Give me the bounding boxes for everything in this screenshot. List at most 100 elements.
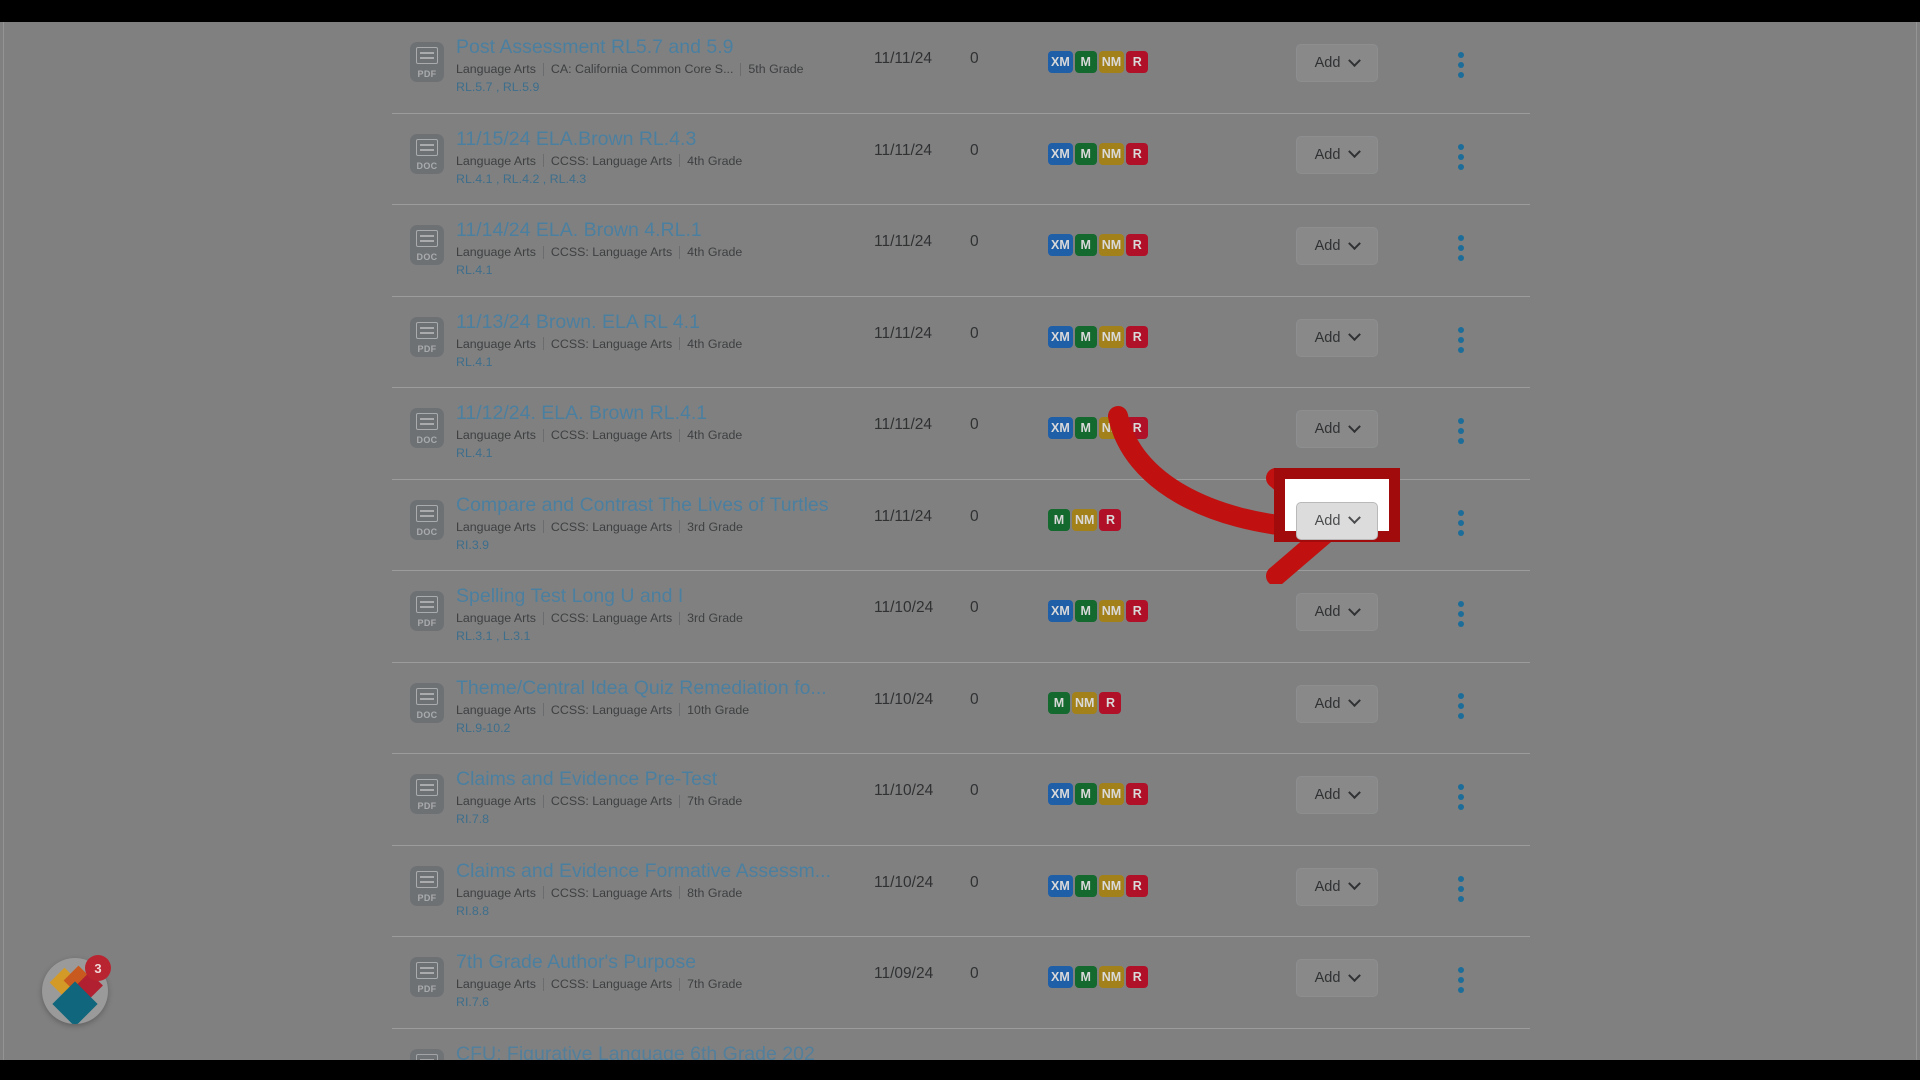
mastery-badge-xm[interactable]: XM xyxy=(1048,600,1073,622)
add-button[interactable]: Add xyxy=(1296,135,1378,174)
resource-row[interactable]: DOC Compare and Contrast The Lives of Tur… xyxy=(392,467,1530,571)
mastery-badge-r[interactable]: R xyxy=(1099,691,1122,714)
add-button[interactable]: Add xyxy=(1296,867,1378,906)
resource-row[interactable]: DOC 11/14/24 ELA. Brown 4.RL.1 Language Ar… xyxy=(392,205,1530,297)
resource-title-link[interactable]: Claims and Evidence Pre-Test xyxy=(456,768,874,791)
add-button[interactable]: Add xyxy=(1296,318,1378,357)
resource-title-link[interactable]: 11/15/24 ELA.Brown RL.4.3 xyxy=(456,128,874,151)
resource-row[interactable]: DOC 11/15/24 ELA.Brown RL.4.3 Language Art… xyxy=(392,114,1530,205)
mastery-badge-m[interactable]: M xyxy=(1074,966,1097,988)
mastery-badge-r[interactable]: R xyxy=(1126,417,1149,439)
mastery-badge-r[interactable]: R xyxy=(1126,783,1149,805)
standards-links[interactable]: RI.7.8 xyxy=(456,812,874,826)
mastery-badge-xm[interactable]: XM xyxy=(1048,783,1073,805)
add-button[interactable]: Add xyxy=(1296,227,1378,265)
mastery-badge-r[interactable]: R xyxy=(1126,51,1149,73)
mastery-badge-xm[interactable]: XM xyxy=(1048,234,1073,256)
mastery-badge-m[interactable]: M xyxy=(1074,51,1097,73)
resource-row[interactable]: PDF CFU: Figurative Language 6th Grade 20… xyxy=(392,1029,1530,1061)
resource-title-link[interactable]: 11/12/24. ELA. Brown RL.4.1 xyxy=(456,402,874,425)
mastery-badge-m[interactable]: M xyxy=(1048,508,1070,531)
resource-title-link[interactable]: 7th Grade Author's Purpose xyxy=(456,951,874,974)
mastery-badge-nm[interactable]: NM xyxy=(1098,783,1125,805)
resource-title-link[interactable]: Compare and Contrast The Lives of Turtle… xyxy=(456,494,874,517)
more-vertical-icon[interactable] xyxy=(1458,143,1464,174)
mastery-badge-nm[interactable]: NM xyxy=(1098,142,1125,165)
resource-row[interactable]: DOC Theme/Central Idea Quiz Remediation f… xyxy=(392,663,1530,754)
mastery-badge-m[interactable]: M xyxy=(1074,783,1097,805)
mastery-badge-r[interactable]: R xyxy=(1126,966,1149,988)
mastery-badge-r[interactable]: R xyxy=(1099,508,1122,531)
add-button[interactable]: Add xyxy=(1296,593,1378,631)
resource-title-link[interactable]: 11/14/24 ELA. Brown 4.RL.1 xyxy=(456,219,874,242)
resource-title-link[interactable]: Theme/Central Idea Quiz Remediation fo..… xyxy=(456,677,874,700)
mastery-badge-m[interactable]: M xyxy=(1074,600,1097,622)
more-vertical-icon[interactable] xyxy=(1458,235,1464,265)
add-button[interactable]: Add xyxy=(1296,776,1378,814)
add-button-row-6[interactable]: Add xyxy=(1296,501,1378,540)
more-vertical-icon[interactable] xyxy=(1458,418,1464,448)
mastery-badge-r[interactable]: R xyxy=(1126,234,1149,256)
standards-links[interactable]: RI.7.6 xyxy=(456,995,874,1009)
standards-links[interactable]: RL.4.1 xyxy=(456,263,874,277)
mastery-badge-m[interactable]: M xyxy=(1074,325,1097,348)
resource-row[interactable]: PDF Spelling Test Long U and I Language Ar… xyxy=(392,571,1530,663)
mastery-badge-m[interactable]: M xyxy=(1048,691,1070,714)
mastery-badge-nm[interactable]: NM xyxy=(1098,966,1125,988)
mastery-badge-xm[interactable]: XM xyxy=(1048,51,1073,73)
mastery-badge-m[interactable]: M xyxy=(1074,417,1097,439)
mastery-badge-m[interactable]: M xyxy=(1074,142,1097,165)
mastery-badge-r[interactable]: R xyxy=(1126,600,1149,622)
standards-links[interactable]: RI.8.8 xyxy=(456,904,874,918)
resource-title-link[interactable]: Spelling Test Long U and I xyxy=(456,585,874,608)
mastery-badge-m[interactable]: M xyxy=(1074,874,1097,897)
resource-row[interactable]: PDF 11/13/24 Brown. ELA RL 4.1 Language Ar… xyxy=(392,297,1530,388)
add-button[interactable]: Add xyxy=(1296,959,1378,997)
mastery-badge-xm[interactable]: XM xyxy=(1048,417,1073,439)
resource-title-link[interactable]: Claims and Evidence Formative Assessm... xyxy=(456,860,874,883)
mastery-badge-nm[interactable]: NM xyxy=(1072,691,1098,714)
resource-title-link[interactable]: Post Assessment RL5.7 and 5.9 xyxy=(456,36,874,59)
mastery-badge-xm[interactable]: XM xyxy=(1048,966,1073,988)
resource-row[interactable]: DOC 11/12/24. ELA. Brown RL.4.1 Language A… xyxy=(392,388,1530,480)
mastery-badge-nm[interactable]: NM xyxy=(1098,234,1125,256)
mastery-badge-xm[interactable]: XM xyxy=(1048,142,1073,165)
floating-action-logo[interactable]: 3 xyxy=(42,955,111,1024)
mastery-badge-r[interactable]: R xyxy=(1126,325,1149,348)
mastery-badge-m[interactable]: M xyxy=(1074,234,1097,256)
add-button[interactable]: Add xyxy=(1296,410,1378,448)
more-vertical-icon[interactable] xyxy=(1458,692,1464,723)
mastery-badge-r[interactable]: R xyxy=(1126,142,1149,165)
more-vertical-icon[interactable] xyxy=(1458,875,1464,906)
more-vertical-icon[interactable] xyxy=(1458,967,1464,997)
add-button[interactable]: Add xyxy=(1296,44,1378,82)
resource-title-link[interactable]: 11/13/24 Brown. ELA RL 4.1 xyxy=(456,311,874,334)
mastery-badge-nm[interactable]: NM xyxy=(1098,325,1125,348)
more-vertical-icon[interactable] xyxy=(1458,52,1464,82)
standards-links[interactable]: RL.4.1 xyxy=(456,446,874,460)
mastery-badge-nm[interactable]: NM xyxy=(1098,51,1125,73)
mastery-badge-xm[interactable]: XM xyxy=(1048,325,1073,348)
resource-row[interactable]: PDF Claims and Evidence Formative Assessm… xyxy=(392,846,1530,937)
mastery-badge-nm[interactable]: NM xyxy=(1072,508,1098,531)
mastery-badge-nm[interactable]: NM xyxy=(1098,874,1125,897)
add-button[interactable]: Add xyxy=(1296,684,1378,723)
standards-links[interactable]: RL.3.1 , L.3.1 xyxy=(456,629,874,643)
mastery-badge-xm[interactable]: XM xyxy=(1048,874,1073,897)
mastery-badge-r[interactable]: R xyxy=(1126,874,1149,897)
resource-row[interactable]: PDF Claims and Evidence Pre-Test Language … xyxy=(392,754,1530,846)
standards-links[interactable]: RL.4.1 , RL.4.2 , RL.4.3 xyxy=(456,172,874,186)
standards-links[interactable]: RI.3.9 xyxy=(456,538,874,552)
resource-row[interactable]: PDF 7th Grade Author's Purpose Language Ar… xyxy=(392,937,1530,1029)
more-vertical-icon[interactable] xyxy=(1458,784,1464,814)
resource-row[interactable]: PDF Post Assessment RL5.7 and 5.9 Language… xyxy=(392,22,1530,114)
more-vertical-icon[interactable] xyxy=(1458,601,1464,631)
mastery-badge-nm[interactable]: NM xyxy=(1098,600,1125,622)
standards-links[interactable]: RL.4.1 xyxy=(456,355,874,369)
mastery-badge-nm[interactable]: NM xyxy=(1098,417,1125,439)
resource-title-link[interactable]: CFU: Figurative Language 6th Grade 202 xyxy=(456,1043,874,1061)
more-vertical-icon[interactable] xyxy=(1458,509,1464,540)
standards-links[interactable]: RL.9-10.2 xyxy=(456,721,874,735)
standards-links[interactable]: RL.5.7 , RL.5.9 xyxy=(456,80,874,94)
more-vertical-icon[interactable] xyxy=(1458,326,1464,357)
